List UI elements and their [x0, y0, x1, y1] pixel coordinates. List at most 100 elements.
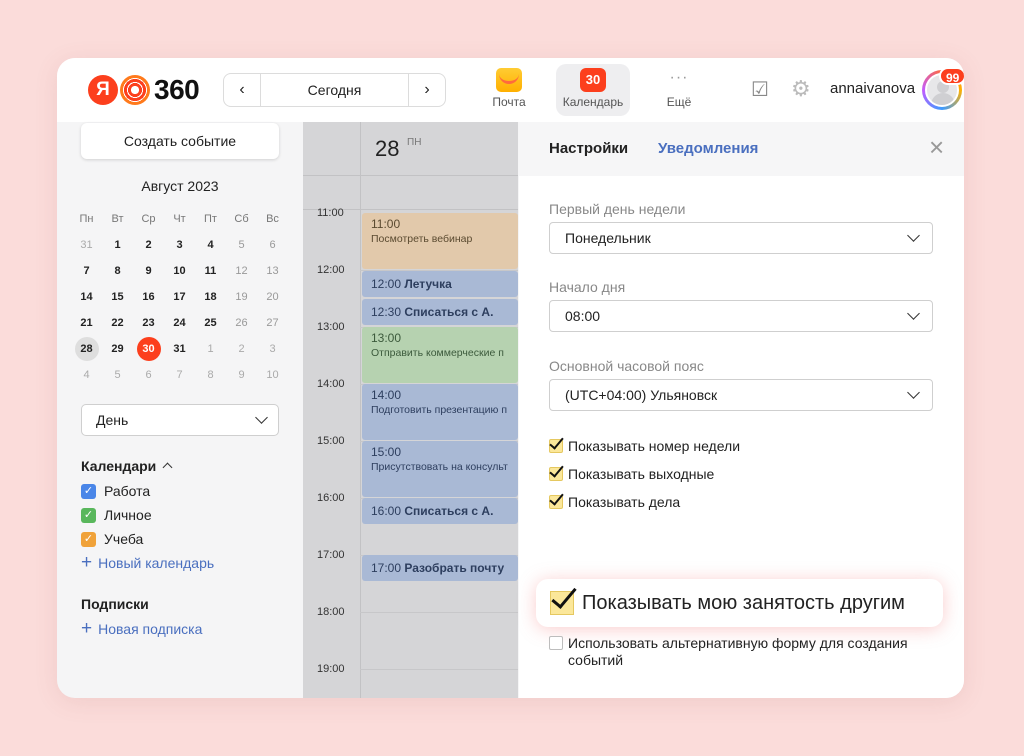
event-block[interactable]: 17:00 Разобрать почту — [362, 555, 518, 581]
mini-calendar-month[interactable]: Август 2023 — [81, 178, 279, 194]
calendar-item-study[interactable]: ✓ Учеба — [81, 530, 143, 548]
new-subscription-link[interactable]: + Новая подписка — [81, 619, 202, 638]
calendar-day[interactable]: 16 — [133, 285, 164, 309]
calendar-day[interactable]: 7 — [71, 259, 102, 283]
tab-settings[interactable]: Настройки — [549, 140, 628, 157]
show-tasks-option[interactable]: Показывать дела — [549, 494, 680, 510]
calendar-day[interactable]: 10 — [257, 363, 288, 387]
calendar-day[interactable]: 10 — [164, 259, 195, 283]
service-calendar[interactable]: 30 Календарь — [556, 64, 630, 116]
calendar-day[interactable]: 3 — [257, 337, 288, 361]
calendar-day[interactable]: 4 — [71, 363, 102, 387]
calendar-day[interactable]: 12 — [226, 259, 257, 283]
service-mail[interactable]: Почта — [472, 64, 546, 116]
checkbox-checked-icon[interactable] — [549, 495, 563, 509]
calendar-day-today[interactable]: 30 — [133, 337, 164, 361]
calendar-day[interactable]: 20 — [257, 285, 288, 309]
event-block[interactable]: 13:00 Отправить коммерческие п — [362, 327, 518, 383]
calendar-day[interactable]: 19 — [226, 285, 257, 309]
calendar-day[interactable]: 27 — [257, 311, 288, 335]
checkbox-checked-icon[interactable] — [549, 439, 563, 453]
more-icon: ··· — [669, 69, 689, 86]
calendar-day[interactable]: 22 — [102, 311, 133, 335]
show-busy-option[interactable]: Показывать мою занятость другим — [536, 579, 943, 627]
calendar-day[interactable]: 8 — [102, 259, 133, 283]
event-title: Посмотреть вебинар — [371, 233, 473, 245]
event-block[interactable]: 12:30 Списаться с А. — [362, 299, 518, 325]
calendar-day[interactable]: 23 — [133, 311, 164, 335]
hour-label: 14:00 — [317, 378, 345, 390]
event-block[interactable]: 11:00 Посмотреть вебинар — [362, 213, 518, 269]
calendar-day[interactable]: 14 — [71, 285, 102, 309]
calendar-day[interactable]: 13 — [257, 259, 288, 283]
calendar-day[interactable]: 21 — [71, 311, 102, 335]
calendar-day[interactable]: 31 — [71, 233, 102, 257]
day-number[interactable]: 28 — [375, 136, 399, 162]
calendar-day[interactable]: 25 — [195, 311, 226, 335]
calendar-day[interactable]: 29 — [102, 337, 133, 361]
chevron-down-icon — [255, 411, 268, 424]
calendar-day[interactable]: 15 — [102, 285, 133, 309]
calendars-section-title[interactable]: Календари — [81, 458, 173, 474]
calendar-day[interactable]: 18 — [195, 285, 226, 309]
gear-icon[interactable]: ⚙ — [791, 78, 813, 100]
hour-label: 16:00 — [317, 492, 345, 504]
show-weekends-option[interactable]: Показывать выходные — [549, 466, 714, 482]
new-calendar-link[interactable]: + Новый календарь — [81, 553, 214, 572]
calendar-day[interactable]: 2 — [226, 337, 257, 361]
calendar-day[interactable]: 2 — [133, 233, 164, 257]
calendar-day[interactable]: 5 — [102, 363, 133, 387]
calendar-day[interactable]: 17 — [164, 285, 195, 309]
calendar-day[interactable]: 8 — [195, 363, 226, 387]
checkbox-checked-icon[interactable]: ✓ — [81, 531, 96, 547]
checkbox-checked-icon[interactable] — [549, 467, 563, 481]
calendar-item-personal[interactable]: ✓ Личное — [81, 506, 152, 524]
today-button[interactable]: Сегодня — [260, 74, 409, 106]
calendar-day[interactable]: 4 — [195, 233, 226, 257]
next-day-button[interactable]: › — [409, 74, 445, 106]
close-icon[interactable]: × — [929, 134, 947, 160]
view-mode-select[interactable]: День — [81, 404, 279, 436]
alt-form-option[interactable]: Использовать альтернативную форму для со… — [549, 635, 933, 669]
service-more[interactable]: ··· Ещё — [642, 64, 716, 116]
calendar-day[interactable]: 24 — [164, 311, 195, 335]
event-block[interactable]: 16:00 Списаться с А. — [362, 498, 518, 524]
create-event-button[interactable]: Создать событие — [81, 123, 279, 159]
checkbox-unchecked-icon[interactable] — [549, 636, 563, 650]
show-week-number-option[interactable]: Показывать номер недели — [549, 438, 740, 454]
timezone-select[interactable]: (UTC+04:00) Ульяновск — [549, 379, 933, 411]
calendar-day[interactable]: 9 — [133, 259, 164, 283]
checkbox-checked-icon[interactable]: ✓ — [81, 507, 96, 523]
checkbox-checked-icon[interactable] — [550, 591, 574, 615]
calendar-day-selected[interactable]: 28 — [71, 337, 102, 361]
weekday: Сб — [234, 213, 249, 225]
calendar-day[interactable]: 31 — [164, 337, 195, 361]
timezone-label: Основной часовой пояс — [549, 358, 704, 374]
event-block[interactable]: 12:00 Летучка — [362, 271, 518, 297]
prev-day-button[interactable]: ‹ — [224, 74, 260, 106]
event-block[interactable]: 15:00 Присутствовать на консульт — [362, 441, 518, 497]
tab-notifications[interactable]: Уведомления — [658, 140, 758, 157]
calendar-day[interactable]: 3 — [164, 233, 195, 257]
top-bar: Я 360 ‹ Сегодня › Почта 30 Календарь ···… — [57, 58, 964, 122]
all-day-row[interactable] — [303, 176, 518, 210]
option-label: Показывать номер недели — [568, 438, 741, 454]
calendar-day[interactable]: 7 — [164, 363, 195, 387]
calendar-day[interactable]: 6 — [257, 233, 288, 257]
calendar-day[interactable]: 1 — [102, 233, 133, 257]
day-start-select[interactable]: 08:00 — [549, 300, 933, 332]
calendar-day[interactable]: 26 — [226, 311, 257, 335]
yandex-360-logo[interactable]: Я 360 — [88, 74, 200, 105]
tasks-icon[interactable]: ☑ — [751, 79, 773, 101]
calendar-day[interactable]: 11 — [195, 259, 226, 283]
calendar-item-work[interactable]: ✓ Работа — [81, 482, 150, 500]
calendar-day[interactable]: 6 — [133, 363, 164, 387]
username[interactable]: annaivanova — [830, 80, 915, 97]
calendar-day[interactable]: 1 — [195, 337, 226, 361]
day-start-value: 08:00 — [565, 308, 601, 324]
event-block[interactable]: 14:00 Подготовить презентацию п — [362, 384, 518, 440]
calendar-day[interactable]: 5 — [226, 233, 257, 257]
calendar-day[interactable]: 9 — [226, 363, 257, 387]
first-day-select[interactable]: Понедельник — [549, 222, 933, 254]
checkbox-checked-icon[interactable]: ✓ — [81, 483, 96, 499]
